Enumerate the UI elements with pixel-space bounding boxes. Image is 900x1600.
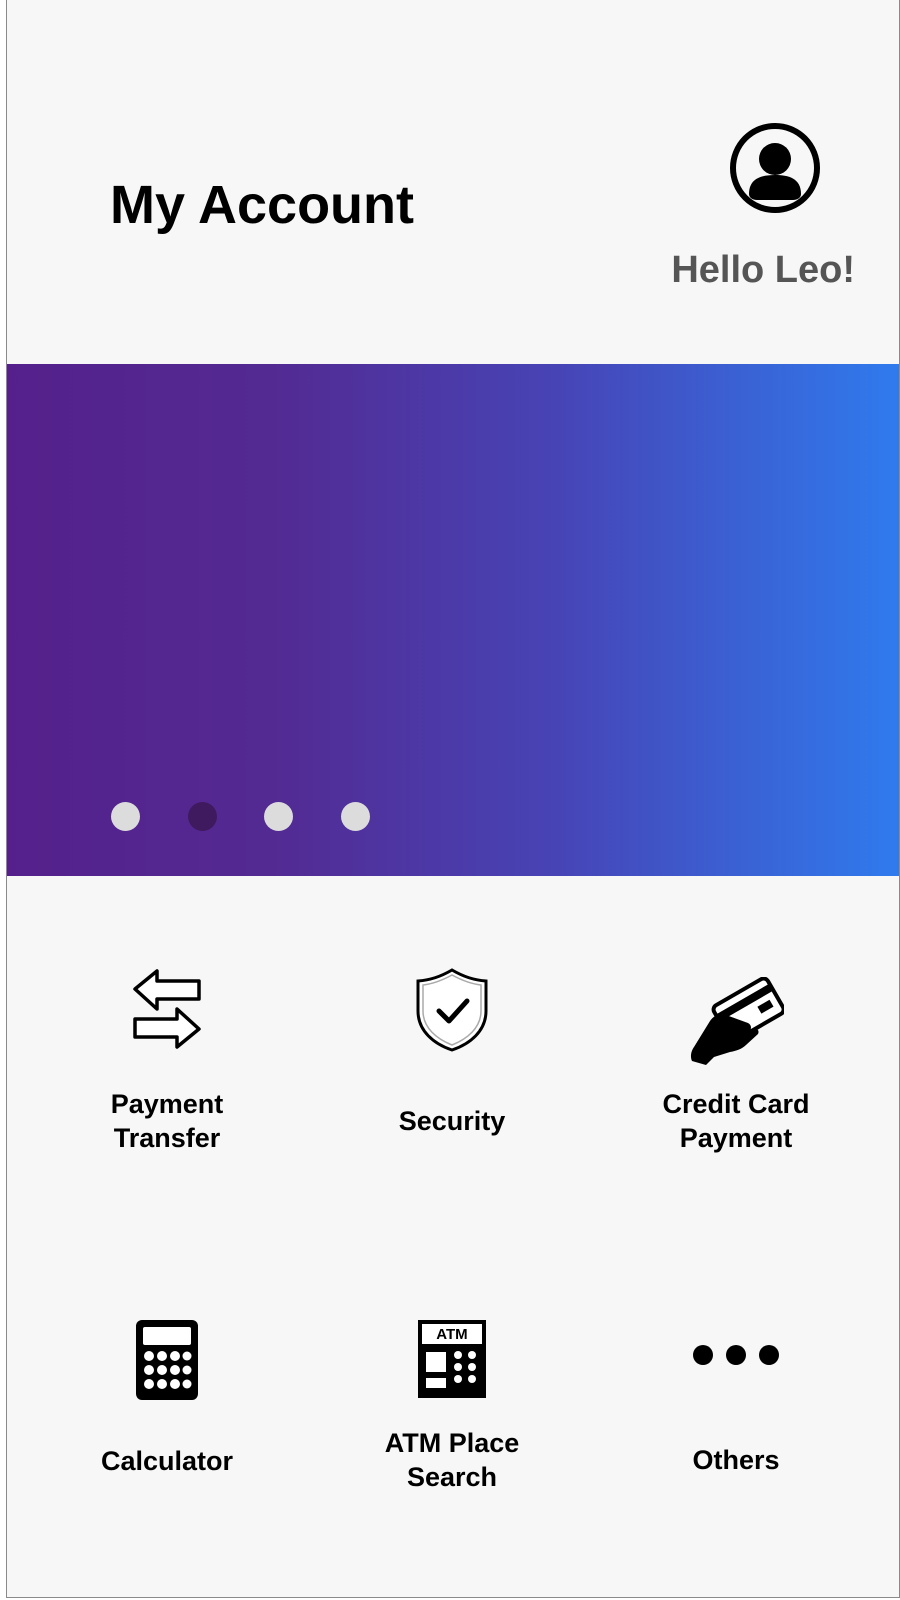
payment-transfer-button[interactable]: Payment Transfer xyxy=(42,955,292,1195)
calculator-icon xyxy=(136,1320,198,1400)
calculator-label-line1: Calculator xyxy=(100,1446,234,1476)
atm-icon-text: ATM xyxy=(436,1326,467,1343)
greeting-text: Hello Leo! xyxy=(671,249,855,291)
user-circle-icon[interactable] xyxy=(729,122,821,214)
atm-place-search-button[interactable]: ATM ATM Place Search xyxy=(327,1310,577,1550)
carousel-dots xyxy=(7,364,899,876)
security-label: Security xyxy=(327,1104,577,1138)
others-label: Others xyxy=(611,1443,861,1477)
credit-card-payment-label-line1: Credit Card xyxy=(662,1089,810,1119)
calculator-label: Calculator xyxy=(42,1444,292,1478)
transfer-arrows-icon xyxy=(133,969,201,1049)
carousel-dot-3[interactable] xyxy=(264,802,293,831)
carousel-dot-1[interactable] xyxy=(111,802,140,831)
my-account-screen: My Account Hello Leo! Payment Transfer S… xyxy=(6,0,900,1598)
others-button[interactable]: Others xyxy=(611,1310,861,1550)
credit-card-payment-label-line2: Payment xyxy=(679,1123,793,1153)
atm-place-search-label: ATM Place Search xyxy=(327,1426,577,1494)
payment-transfer-label: Payment Transfer xyxy=(42,1087,292,1155)
hand-credit-card-icon xyxy=(690,977,784,1065)
shield-check-icon xyxy=(416,968,488,1052)
more-dots-icon xyxy=(693,1345,779,1365)
payment-transfer-label-line2: Transfer xyxy=(113,1123,221,1153)
page-title: My Account xyxy=(110,175,415,235)
credit-card-payment-button[interactable]: Credit Card Payment xyxy=(611,955,861,1195)
carousel-dot-4[interactable] xyxy=(341,802,370,831)
carousel-dot-2[interactable] xyxy=(188,802,217,831)
credit-card-payment-label: Credit Card Payment xyxy=(611,1087,861,1155)
atm-place-search-label-line2: Search xyxy=(406,1462,498,1492)
promo-banner[interactable] xyxy=(7,364,899,876)
payment-transfer-label-line1: Payment xyxy=(110,1089,224,1119)
atm-icon: ATM xyxy=(418,1320,486,1398)
security-button[interactable]: Security xyxy=(327,955,577,1195)
calculator-button[interactable]: Calculator xyxy=(42,1310,292,1550)
security-label-line1: Security xyxy=(398,1106,506,1136)
atm-place-search-label-line1: ATM Place xyxy=(384,1428,520,1458)
others-label-line1: Others xyxy=(692,1445,780,1475)
